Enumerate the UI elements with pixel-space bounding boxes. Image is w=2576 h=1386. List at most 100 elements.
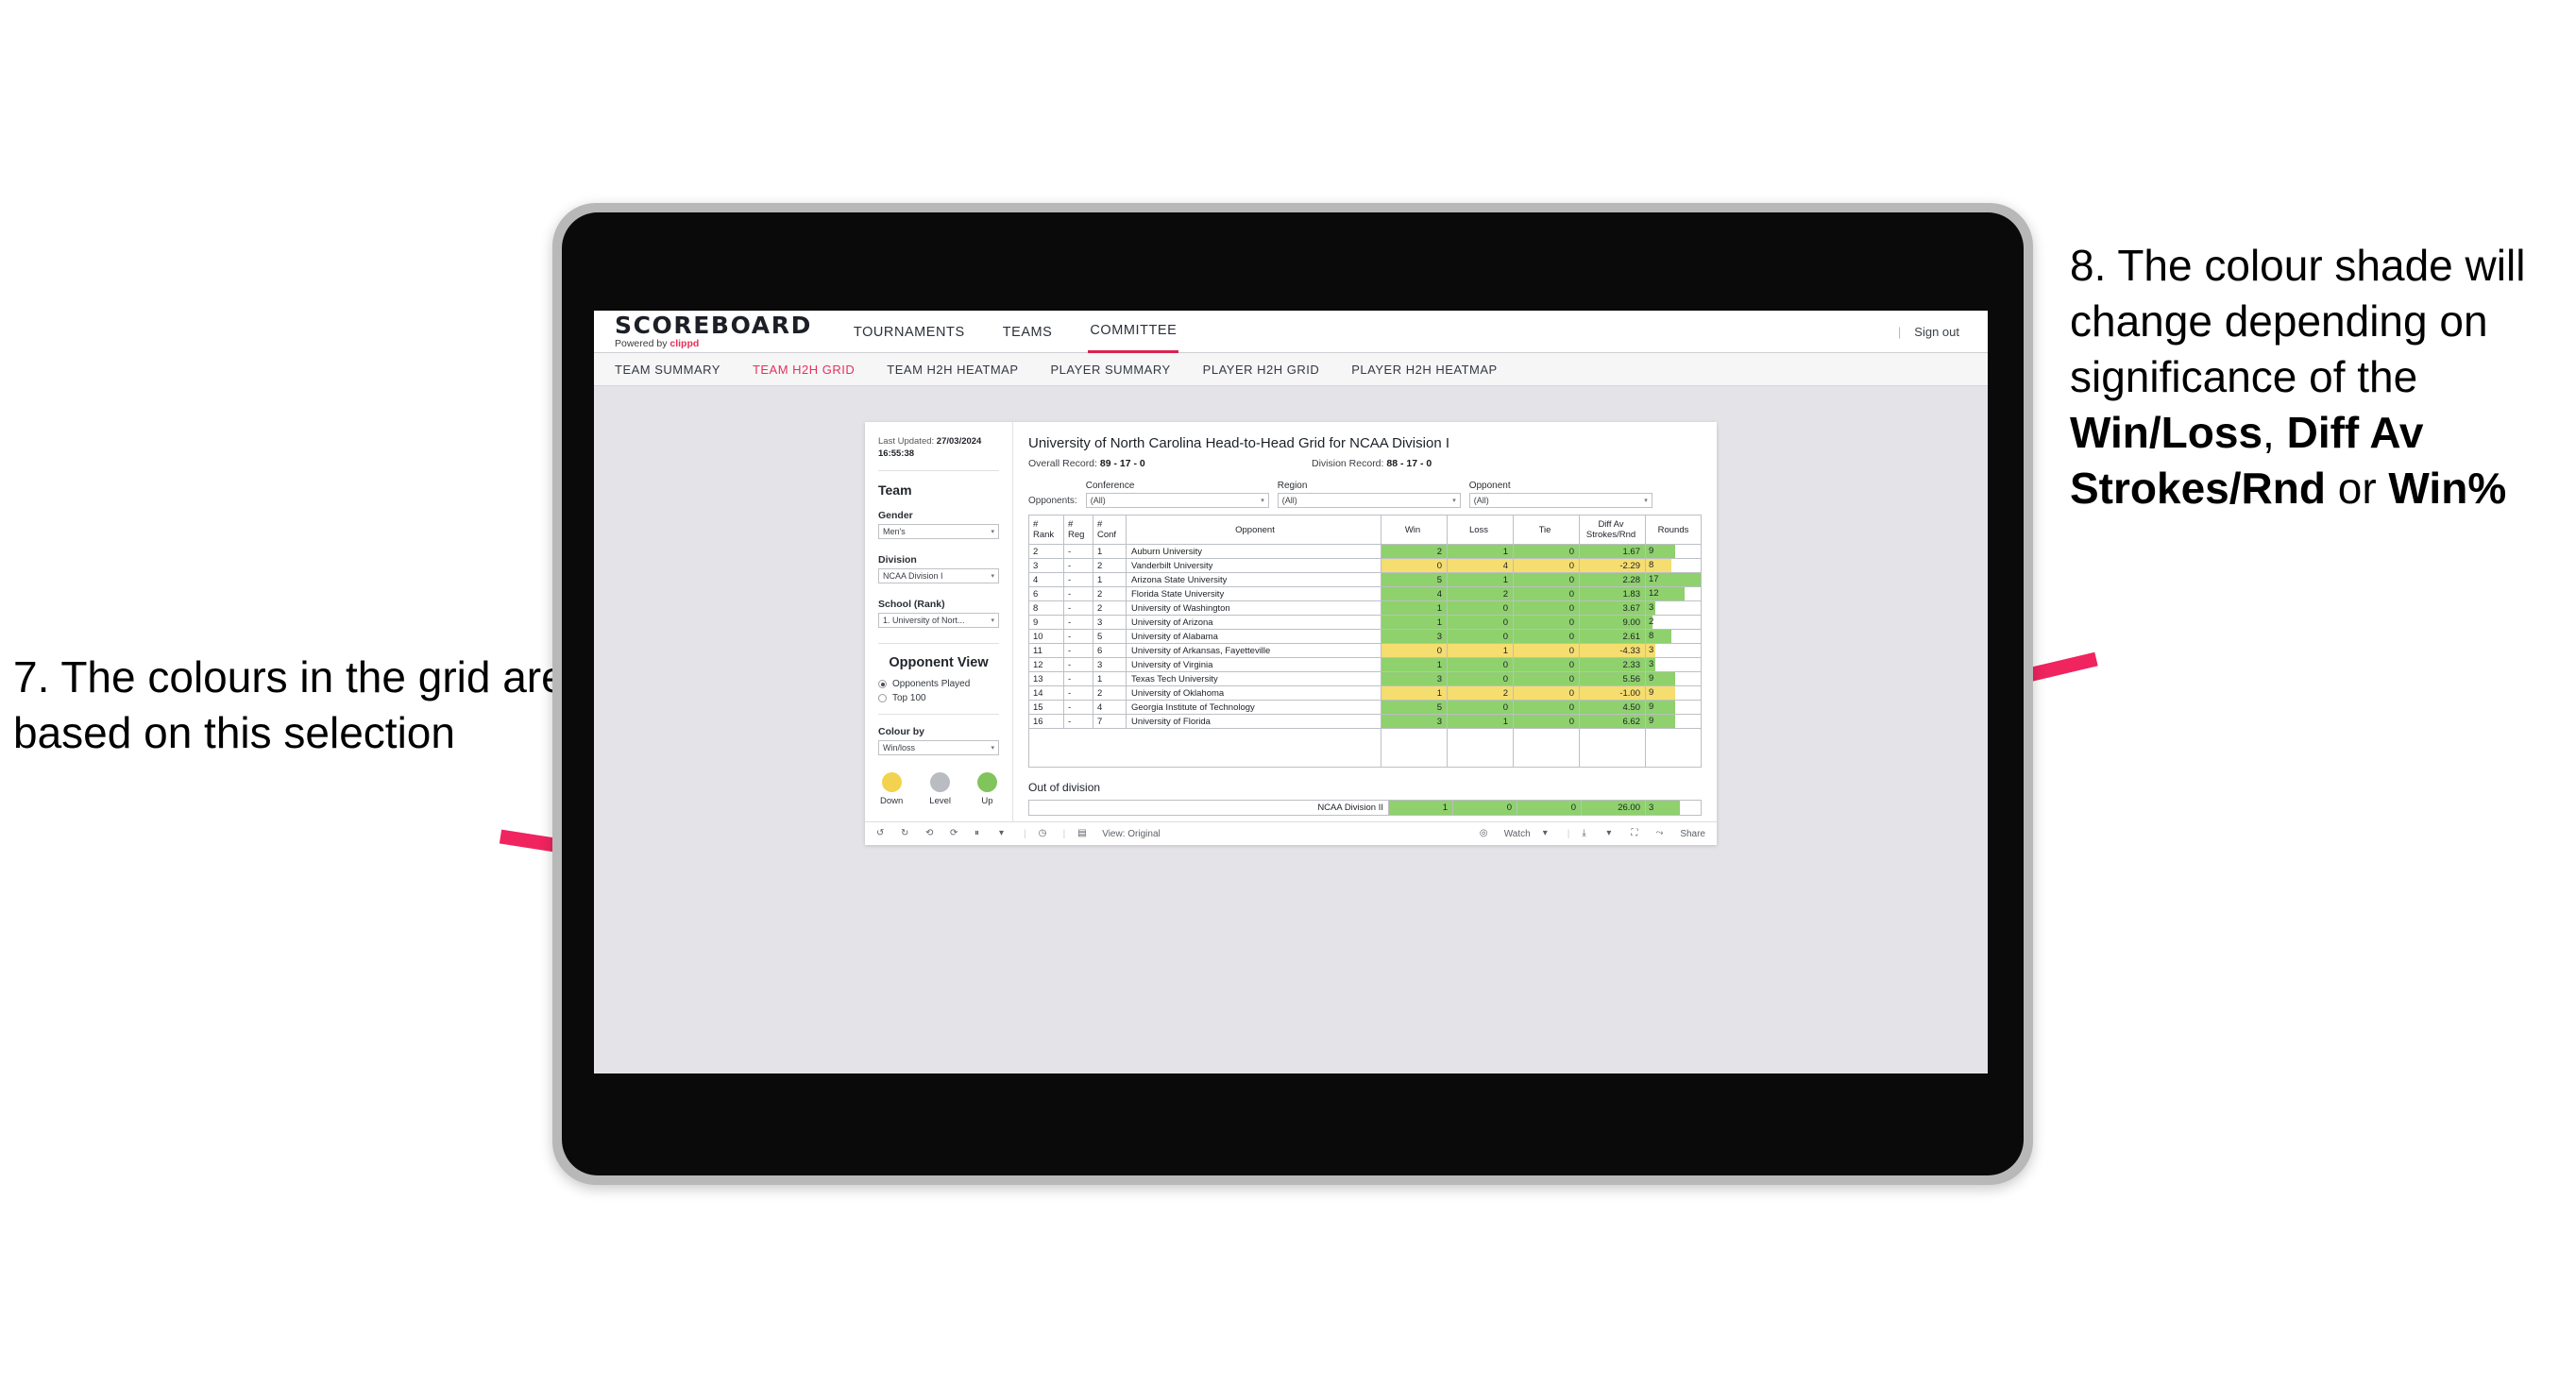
th-rank[interactable]: # Rank <box>1028 514 1064 546</box>
table-row[interactable]: 6-2 Florida State University 4 2 0 1.83 12 <box>1028 586 1702 602</box>
cell-win: 1 <box>1381 685 1448 701</box>
cell-tie: 0 <box>1513 700 1580 716</box>
th-win[interactable]: Win <box>1381 514 1448 546</box>
chevron-down-icon: ▾ <box>991 617 994 625</box>
subnav-team-h2h-heatmap[interactable]: TEAM H2H HEATMAP <box>887 363 1018 377</box>
chevron-down-icon: ▾ <box>991 745 994 752</box>
table-row[interactable]: 14-2 University of Oklahoma 1 2 0 -1.00 9 <box>1028 685 1702 701</box>
subnav-player-summary[interactable]: PLAYER SUMMARY <box>1051 363 1171 377</box>
radio-top-100[interactable]: Top 100 <box>878 693 999 703</box>
region-select[interactable]: (All) ▾ <box>1277 493 1461 508</box>
table-row[interactable]: 12-3 University of Virginia 1 0 0 2.33 3 <box>1028 657 1702 673</box>
nav-tournaments[interactable]: TOURNAMENTS <box>852 312 967 352</box>
share-button[interactable]: Share <box>1680 829 1705 839</box>
rounds-value: 9 <box>1649 546 1654 557</box>
nav-committee[interactable]: COMMITTEE <box>1088 311 1179 353</box>
revert-icon[interactable]: ⟲ <box>925 828 938 840</box>
rounds-value: 3 <box>1649 659 1654 670</box>
cell-rounds: 9 <box>1645 714 1702 730</box>
cell-diff: 6.62 <box>1579 714 1646 730</box>
school-select[interactable]: 1. University of Nort... ▾ <box>878 613 999 629</box>
page-title: University of North Carolina Head-to-Hea… <box>1028 435 1449 451</box>
cell-tie: 0 <box>1513 600 1580 617</box>
opponent-select[interactable]: (All) ▾ <box>1468 493 1652 508</box>
table-row[interactable]: 16-7 University of Florida 3 1 0 6.62 9 <box>1028 714 1702 730</box>
legend-level-dot <box>930 772 951 793</box>
gender-select[interactable]: Men's ▾ <box>878 524 999 540</box>
colour-legend: Down Level Up <box>878 772 999 806</box>
spacer-loss <box>1447 728 1514 769</box>
table-row[interactable]: 11-6 University of Arkansas, Fayetteville… <box>1028 643 1702 659</box>
cell-diff: 1.83 <box>1579 586 1646 602</box>
download-icon[interactable]: ⤓ <box>1582 828 1594 840</box>
th-conf-l2: Conf <box>1097 530 1117 541</box>
undo-icon[interactable]: ↺ <box>876 828 889 840</box>
table-row[interactable]: 9-3 University of Arizona 1 0 0 9.00 2 <box>1028 615 1702 631</box>
table-row[interactable]: 3-2 Vanderbilt University 0 4 0 -2.29 8 <box>1028 558 1702 574</box>
cell-tie: 0 <box>1513 558 1580 574</box>
table-row[interactable]: 13-1 Texas Tech University 3 0 0 5.56 9 <box>1028 671 1702 687</box>
colour-by-select[interactable]: Win/loss ▾ <box>878 740 999 756</box>
th-tie[interactable]: Tie <box>1513 514 1580 546</box>
chevron-down-icon: ▾ <box>1452 498 1456 504</box>
redo-icon[interactable]: ↻ <box>901 828 913 840</box>
brand-logo: SCOREBOARD Powered by clippd <box>615 313 812 349</box>
cell-tie: 0 <box>1513 685 1580 701</box>
cell-loss: 1 <box>1447 544 1514 560</box>
chevron-down-icon[interactable]: ▾ <box>999 828 1011 840</box>
cell-rank: 9 <box>1028 615 1064 631</box>
cell-win: 0 <box>1381 558 1448 574</box>
subnav-player-h2h-grid[interactable]: PLAYER H2H GRID <box>1203 363 1320 377</box>
table-row[interactable]: 2-1 Auburn University 2 1 0 1.67 9 <box>1028 544 1702 560</box>
th-rounds[interactable]: Rounds <box>1645 514 1702 546</box>
cell-rank: 3 <box>1028 558 1064 574</box>
watch-button[interactable]: Watch <box>1504 829 1531 839</box>
sign-out-link[interactable]: Sign out <box>1914 325 1959 339</box>
cell-loss: 2 <box>1447 685 1514 701</box>
radio-opponents-played[interactable]: Opponents Played <box>878 679 999 689</box>
table-row[interactable]: 4-1 Arizona State University 5 1 0 2.28 17 <box>1028 572 1702 588</box>
th-diff[interactable]: Diff Av Strokes/Rnd <box>1579 514 1646 546</box>
filter-region: Region (All) ▾ <box>1277 481 1461 508</box>
th-conf[interactable]: # Conf <box>1093 514 1127 546</box>
legend-level: Level <box>929 772 951 806</box>
table-row[interactable]: NCAA Division II 1 0 0 26.00 3 <box>1028 800 1702 817</box>
table-row[interactable]: 15-4 Georgia Institute of Technology 5 0 0 4.… <box>1028 700 1702 716</box>
cell-opponent: Florida State University <box>1126 586 1381 602</box>
subnav-player-h2h-heatmap[interactable]: PLAYER H2H HEATMAP <box>1351 363 1497 377</box>
cell-loss: 0 <box>1447 657 1514 673</box>
out-of-division-title: Out of division <box>1028 781 1101 795</box>
th-opponent[interactable]: Opponent <box>1126 514 1381 546</box>
table-row[interactable]: 10-5 University of Alabama 3 0 0 2.61 8 <box>1028 629 1702 645</box>
cell-rounds: 12 <box>1645 586 1702 602</box>
h2h-grid-table: # Rank # Reg # Conf Opponent Win Loss Tie D… <box>1028 514 1702 769</box>
fullscreen-icon[interactable]: ⛶ <box>1631 828 1643 840</box>
cell-win: 0 <box>1381 643 1448 659</box>
division-label: Division <box>878 554 917 566</box>
cell-rounds: 9 <box>1645 671 1702 687</box>
cell-diff: -4.33 <box>1579 643 1646 659</box>
th-loss[interactable]: Loss <box>1447 514 1514 546</box>
refresh-icon[interactable]: ⟳ <box>950 828 962 840</box>
nav-teams[interactable]: TEAMS <box>1001 312 1055 352</box>
clock-icon[interactable]: ◷ <box>1039 828 1051 840</box>
subnav-team-h2h-grid[interactable]: TEAM H2H GRID <box>753 363 855 377</box>
table-row[interactable]: 8-2 University of Washington 1 0 0 3.67 3 <box>1028 600 1702 617</box>
chevron-down-icon[interactable]: ▾ <box>1543 828 1555 840</box>
cell-conf: 3 <box>1093 657 1127 673</box>
colour-by-label: Colour by <box>878 726 924 738</box>
view-original-label[interactable]: View: Original <box>1102 829 1161 839</box>
legend-down: Down <box>880 772 903 806</box>
rounds-value: 3 <box>1649 645 1654 656</box>
region-label: Region <box>1277 481 1308 491</box>
pause-icon[interactable]: ⏸ <box>974 828 987 840</box>
cell-conf: 4 <box>1093 700 1127 716</box>
subnav-team-summary[interactable]: TEAM SUMMARY <box>615 363 720 377</box>
conference-select[interactable]: (All) ▾ <box>1085 493 1269 508</box>
cell-reg: - <box>1063 572 1093 588</box>
division-select[interactable]: NCAA Division I ▾ <box>878 568 999 584</box>
th-reg[interactable]: # Reg <box>1063 514 1093 546</box>
opponent-value: (All) <box>1473 496 1489 505</box>
chevron-down-icon[interactable]: ▾ <box>1606 828 1618 840</box>
cell-tie: 0 <box>1513 544 1580 560</box>
